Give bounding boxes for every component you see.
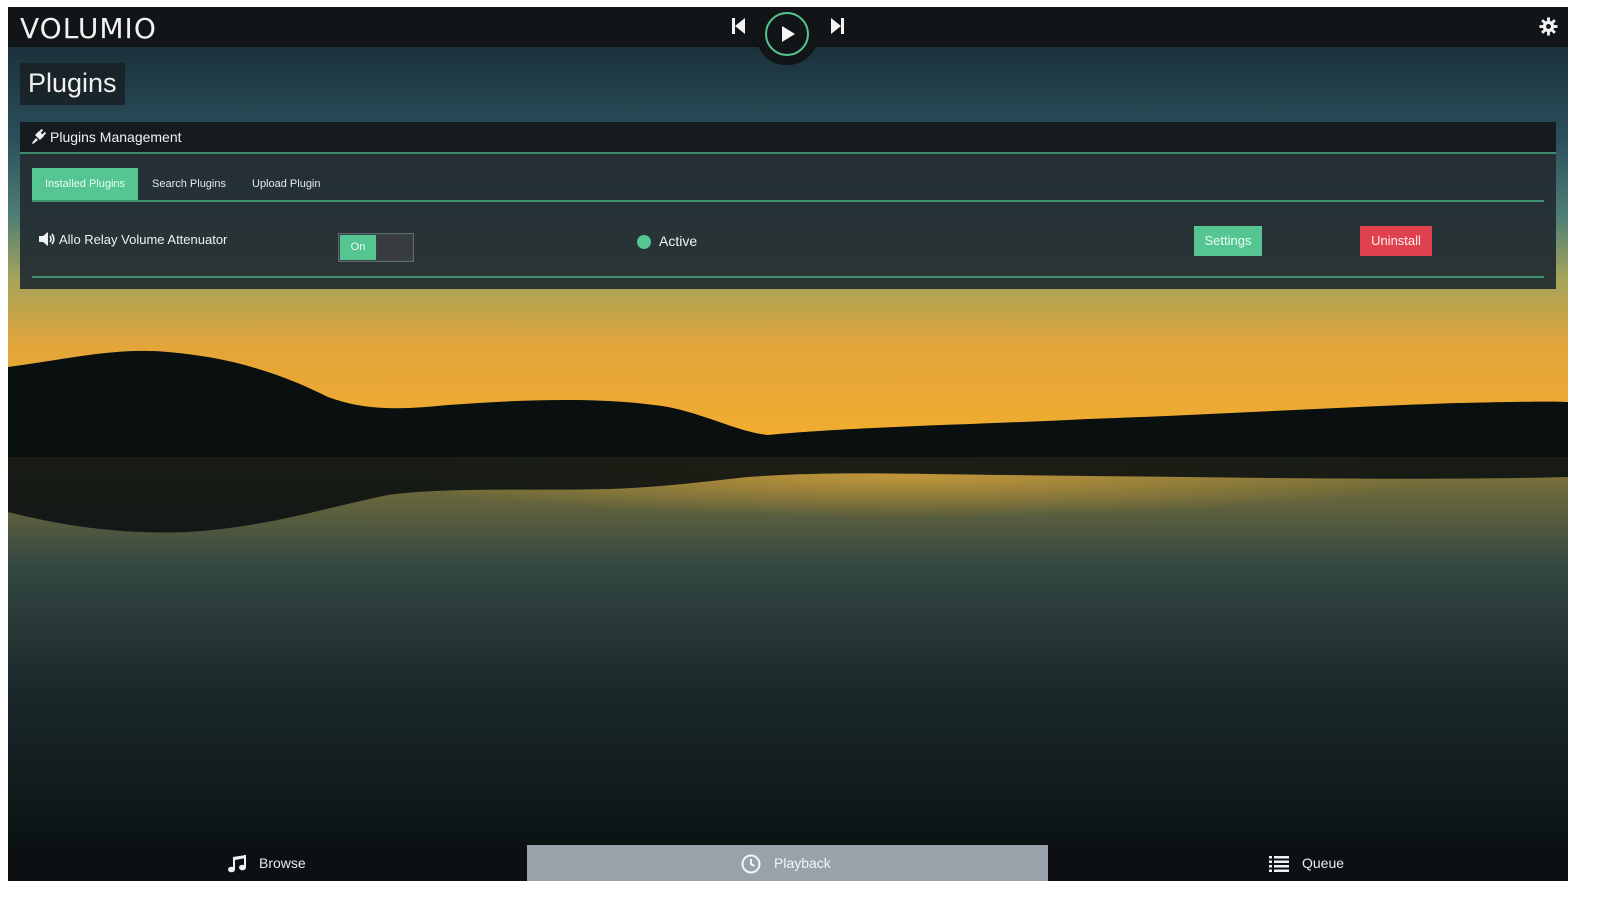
settings-gear-button[interactable] xyxy=(1539,17,1558,36)
nav-browse[interactable]: Browse xyxy=(8,845,527,881)
status-indicator xyxy=(637,235,651,249)
music-note-icon xyxy=(228,855,246,873)
plug-icon xyxy=(32,129,46,144)
page-title: Plugins xyxy=(20,63,125,105)
list-icon xyxy=(1269,856,1289,872)
row-divider xyxy=(32,276,1544,278)
skip-back-icon xyxy=(732,18,745,34)
top-bar: VOLUMIO xyxy=(8,7,1568,65)
toggle-on-label: On xyxy=(340,235,376,260)
clock-icon xyxy=(741,854,761,874)
toggle-off-side xyxy=(377,235,412,260)
gear-icon xyxy=(1539,17,1558,36)
tab-search-plugins[interactable]: Search Plugins xyxy=(152,168,226,200)
plugin-uninstall-button[interactable]: Uninstall xyxy=(1360,226,1432,256)
nav-playback-label: Playback xyxy=(774,855,831,871)
plugin-enable-toggle[interactable]: On xyxy=(338,233,414,262)
nav-browse-label: Browse xyxy=(259,855,306,871)
nav-queue[interactable]: Queue xyxy=(1048,845,1568,881)
next-track-button[interactable] xyxy=(828,15,848,37)
panel-header: Plugins Management xyxy=(20,122,1556,154)
tabs-divider xyxy=(32,200,1544,202)
tab-upload-plugin[interactable]: Upload Plugin xyxy=(252,168,321,200)
plugin-settings-button[interactable]: Settings xyxy=(1194,226,1262,256)
play-button[interactable] xyxy=(756,7,818,65)
nav-playback[interactable]: Playback xyxy=(527,845,1048,881)
volumio-app: VOLUMIO Plugins Plugins Management Insta… xyxy=(8,7,1568,881)
nav-queue-label: Queue xyxy=(1302,855,1345,871)
previous-track-button[interactable] xyxy=(729,15,749,37)
plugin-row: Allo Relay Volume Attenuator On Active S… xyxy=(20,218,1556,268)
volume-icon xyxy=(39,232,55,246)
plugin-name: Allo Relay Volume Attenuator xyxy=(59,232,228,247)
play-icon xyxy=(782,26,795,42)
skip-forward-icon xyxy=(831,18,844,34)
panel-title: Plugins Management xyxy=(50,129,182,145)
bottom-nav: Browse Playback Queue xyxy=(8,845,1568,881)
volumio-logo: VOLUMIO xyxy=(20,12,157,45)
tab-installed-plugins[interactable]: Installed Plugins xyxy=(32,168,138,200)
plugins-management-panel: Plugins Management Installed Plugins Sea… xyxy=(20,122,1556,289)
plugin-status: Active xyxy=(659,233,698,249)
